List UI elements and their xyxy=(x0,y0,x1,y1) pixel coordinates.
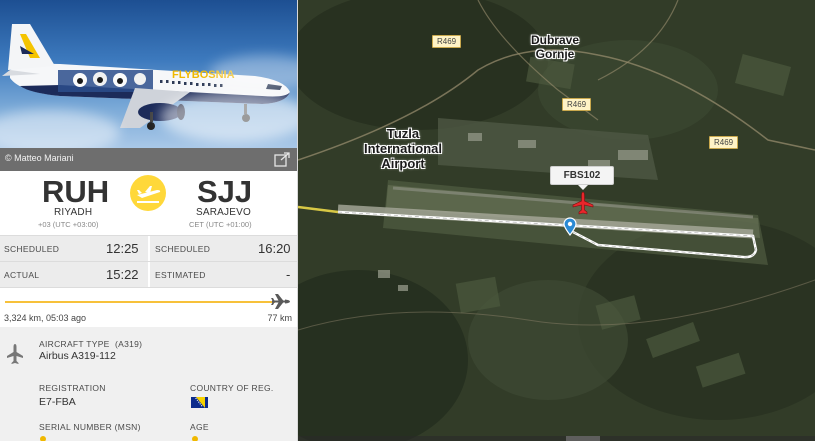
serial-number-label: SERIAL NUMBER (MSN) xyxy=(39,422,141,432)
satellite-map[interactable]: R469 R469 R469 Dubrave Gornje Tuzla Intern… xyxy=(298,0,815,441)
arr-scheduled-time: 16:20 xyxy=(258,241,291,256)
place-label-dubrave-gornje: Dubrave Gornje xyxy=(530,33,580,61)
country-label: COUNTRY OF REG. xyxy=(190,383,274,393)
external-link-icon[interactable] xyxy=(274,152,290,167)
destination-code[interactable]: SJJ xyxy=(197,174,252,210)
progress-bar xyxy=(5,301,275,303)
column-divider xyxy=(148,236,150,261)
aircraft-type-label: AIRCRAFT TYPE (A319) xyxy=(39,339,143,349)
column-divider xyxy=(148,262,150,287)
age-label: AGE xyxy=(190,422,209,432)
plane-takeoff-icon xyxy=(137,186,161,203)
route-header: RUH RIYADH +03 (UTC +03:00) SJJ SARAJEVO… xyxy=(0,171,297,235)
registration-value: E7-FBA xyxy=(39,396,76,408)
bosnia-flag-icon xyxy=(191,397,208,408)
dep-actual-time: 15:22 xyxy=(106,267,139,282)
distance-remaining: 77 km xyxy=(267,313,292,323)
scheduled-times-row: SCHEDULED 12:25 SCHEDULED 16:20 xyxy=(0,235,297,261)
photo-credit-bar: © Matteo Mariani xyxy=(0,148,297,171)
map-imagery xyxy=(298,0,815,441)
origin-code[interactable]: RUH xyxy=(42,174,109,210)
photo-credit: © Matteo Mariani xyxy=(5,153,74,163)
arr-estimated-label: ESTIMATED xyxy=(155,270,206,280)
dep-scheduled-label: SCHEDULED xyxy=(4,244,60,254)
registration-label: REGISTRATION xyxy=(39,383,106,393)
flight-progress: 3,324 km, 05:03 ago 77 km xyxy=(0,287,297,327)
destination-timezone: CET (UTC +01:00) xyxy=(189,220,252,229)
aircraft-marker-icon[interactable] xyxy=(572,191,594,215)
destination-city: SARAJEVO xyxy=(196,207,251,218)
origin-city: RIYADH xyxy=(54,207,93,218)
arr-estimated-time: - xyxy=(286,267,291,282)
aircraft-photo: FLYBOSNIA xyxy=(0,0,297,148)
arr-scheduled-label: SCHEDULED xyxy=(155,244,211,254)
road-label-r469: R469 xyxy=(709,136,739,149)
lock-icon xyxy=(192,436,198,441)
dep-scheduled-time: 12:25 xyxy=(106,241,139,256)
road-label-r469: R469 xyxy=(562,98,592,111)
airport-pin-icon[interactable] xyxy=(563,217,577,236)
flight-info-panel: FLYBOSNIA © Matteo Mariani RUH RIYADH +0… xyxy=(0,0,298,441)
plane-progress-icon xyxy=(271,294,290,309)
distance-flown: 3,324 km, 05:03 ago xyxy=(4,313,87,323)
dep-actual-label: ACTUAL xyxy=(4,270,40,280)
road-label-r469: R469 xyxy=(432,35,462,48)
aircraft-icon xyxy=(7,344,23,364)
lock-icon xyxy=(40,436,46,441)
flight-callout[interactable]: FBS102 xyxy=(550,166,614,190)
actual-times-row: ACTUAL 15:22 ESTIMATED - xyxy=(0,261,297,287)
place-label-tuzla-airport: Tuzla International Airport xyxy=(363,126,442,171)
aircraft-type-value: Airbus A319-112 xyxy=(39,350,116,362)
origin-timezone: +03 (UTC +03:00) xyxy=(38,220,99,229)
departure-status-icon xyxy=(130,175,166,211)
